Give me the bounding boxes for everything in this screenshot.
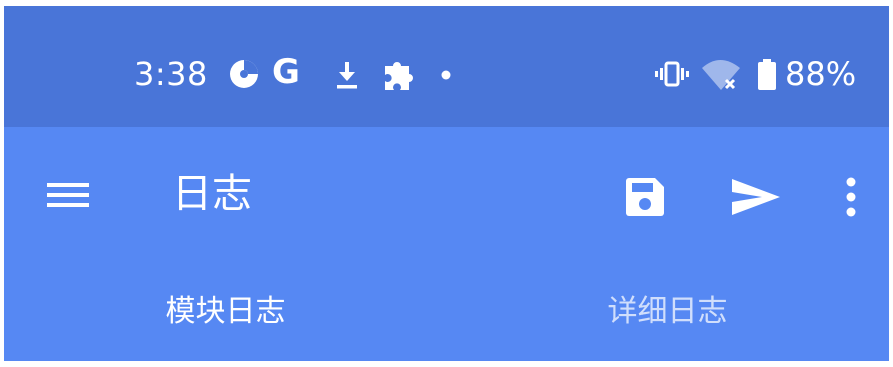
send-icon[interactable] — [728, 175, 782, 219]
battery-percent: 88% — [785, 55, 857, 93]
status-bar: 3:38 G 88% — [4, 6, 889, 127]
toolbar-title: 日志 — [172, 171, 252, 217]
menu-icon[interactable] — [44, 175, 92, 215]
vibrate-icon — [655, 61, 689, 87]
tab-label: 模块日志 — [165, 294, 286, 329]
battery-icon — [758, 59, 776, 90]
tab-module-log[interactable]: 模块日志 — [4, 262, 453, 367]
app-toolbar: 日志 — [4, 127, 889, 262]
tab-indicator — [4, 361, 453, 367]
google-icon: G — [272, 52, 300, 92]
app-window: 3:38 G 88% 日志 模块日志 详细日志 — [4, 6, 889, 367]
dot-icon — [441, 70, 451, 80]
puzzle-icon — [385, 62, 413, 90]
download-icon — [337, 62, 357, 89]
more-vert-icon[interactable] — [839, 173, 863, 221]
data-saver-icon — [230, 60, 258, 88]
tab-bar: 模块日志 详细日志 — [4, 262, 889, 367]
tab-detailed-log[interactable]: 详细日志 — [446, 262, 889, 361]
save-icon[interactable] — [622, 174, 668, 220]
tab-label: 详细日志 — [607, 294, 728, 329]
wifi-off-icon — [702, 60, 740, 90]
status-time: 3:38 — [134, 55, 208, 93]
app-frame: 3:38 G 88% 日志 模块日志 详细日志 — [0, 0, 893, 367]
